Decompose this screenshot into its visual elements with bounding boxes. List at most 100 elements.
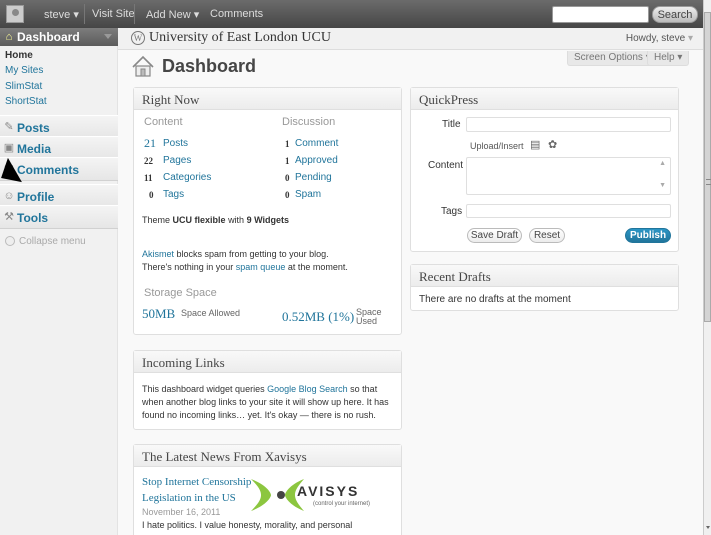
submenu-item-slimstat[interactable]: SlimStat: [5, 81, 42, 92]
sidebar-item-label: Tools: [17, 211, 49, 225]
widgets-link[interactable]: 9 Widgets: [247, 215, 289, 225]
visit-site-link[interactable]: Visit Site: [92, 8, 135, 20]
site-title[interactable]: University of East London UCU: [149, 30, 331, 46]
pending-count[interactable]: 0: [285, 173, 290, 183]
recent-drafts-widget: Recent Drafts There are no drafts at the…: [410, 264, 679, 311]
pages-link[interactable]: Pages: [163, 155, 191, 166]
scroll-down-icon[interactable]: ▼: [659, 182, 666, 189]
sidebar-item-label: Media: [17, 142, 52, 156]
approved-link[interactable]: Approved: [295, 155, 338, 166]
submenu-item-shortstat[interactable]: ShortStat: [5, 96, 47, 107]
howdy-user-menu[interactable]: Howdy, steve ▾: [626, 33, 693, 44]
tags-label: Tags: [441, 206, 463, 217]
collapse-menu-button[interactable]: Collapse menu: [5, 236, 86, 247]
spam-suffix: at the moment.: [287, 262, 348, 272]
collapse-menu-label: Collapse menu: [19, 236, 86, 247]
title-label: Title: [442, 119, 461, 130]
sidebar-item-tools[interactable]: ⚒ Tools: [0, 205, 118, 229]
posts-count[interactable]: 21: [144, 136, 156, 151]
categories-link[interactable]: Categories: [163, 172, 211, 183]
posts-link[interactable]: Posts: [163, 138, 188, 149]
page-title: Dashboard: [162, 56, 257, 76]
no-drafts-text: There are no drafts at the moment: [419, 294, 571, 305]
theme-name: UCU flexible: [172, 215, 226, 225]
pages-count[interactable]: 22: [144, 156, 153, 166]
space-allowed-value[interactable]: 50MB: [142, 306, 175, 322]
content-textarea[interactable]: ▲ ▼: [466, 157, 671, 195]
admin-bar-user-menu[interactable]: steve ▾: [44, 8, 79, 21]
comment-link[interactable]: Comment: [295, 138, 338, 149]
akismet-info: Akismet blocks spam from getting to your…: [142, 248, 397, 274]
comments-link[interactable]: Comments: [210, 8, 263, 20]
news-headline-link[interactable]: Stop Internet Censorship: [142, 476, 251, 488]
scroll-up-icon[interactable]: ▲: [659, 160, 666, 167]
tags-count[interactable]: 0: [149, 190, 154, 200]
incoming-text: This dashboard widget queries: [142, 384, 265, 394]
search-button[interactable]: Search: [652, 6, 698, 23]
submenu-item-home[interactable]: Home: [5, 50, 33, 61]
discussion-heading: Discussion: [282, 116, 336, 128]
save-draft-button[interactable]: Save Draft: [467, 228, 522, 243]
pending-link[interactable]: Pending: [295, 172, 332, 183]
scrollbar-grip-icon: [706, 179, 711, 185]
sidebar-item-dashboard[interactable]: ⌂ Dashboard: [0, 28, 118, 46]
publish-button[interactable]: Publish: [625, 228, 671, 243]
xavisys-logo: AVISYS (control your internet): [249, 473, 394, 517]
news-headline-link[interactable]: Legislation in the US: [142, 492, 236, 504]
categories-count[interactable]: 11: [144, 173, 153, 183]
divider: [84, 4, 85, 24]
screen-options-button[interactable]: Screen Options ▾: [567, 51, 658, 66]
xavisys-logo-tagline: (control your internet): [313, 501, 371, 507]
sidebar-item-label: Dashboard: [17, 30, 80, 44]
space-used-label-line: Used: [356, 316, 378, 326]
title-field[interactable]: [466, 117, 671, 132]
akismet-text: blocks spam from getting to your blog.: [176, 249, 329, 259]
spam-count[interactable]: 0: [285, 190, 290, 200]
add-media-icon[interactable]: ▤: [530, 138, 540, 151]
help-label: Help: [654, 52, 675, 63]
help-button[interactable]: Help ▾: [647, 51, 690, 66]
news-excerpt: I hate politics. I value honesty, morali…: [142, 520, 353, 530]
incoming-text: incoming links… yet. It's okay — there i…: [179, 410, 376, 420]
users-icon: ☺: [3, 190, 15, 202]
search-input[interactable]: [552, 6, 649, 23]
akismet-link[interactable]: Akismet: [142, 249, 174, 259]
reset-button[interactable]: Reset: [529, 228, 565, 243]
content-label: Content: [428, 160, 464, 171]
admin-sidebar: ⌂ Dashboard Home My Sites SlimStat Short…: [0, 28, 118, 535]
tools-icon: ⚒: [4, 211, 14, 223]
screen-options-label: Screen Options: [574, 52, 643, 63]
howdy-label: Howdy, steve: [625, 33, 686, 44]
tags-link[interactable]: Tags: [163, 189, 184, 200]
submenu-item-my-sites[interactable]: My Sites: [5, 65, 43, 76]
incoming-links-widget: Incoming Links This dashboard widget que…: [133, 350, 402, 430]
google-blog-search-link[interactable]: Google Blog Search: [267, 384, 348, 394]
spam-queue-link[interactable]: spam queue: [236, 262, 286, 272]
tags-field[interactable]: [466, 204, 671, 218]
widget-title[interactable]: Right Now: [134, 88, 401, 110]
widget-title[interactable]: The Latest News From Xavisys: [134, 445, 401, 467]
vertical-scrollbar[interactable]: [703, 0, 711, 535]
user-avatar-icon[interactable]: [6, 5, 24, 23]
scroll-down-arrow-icon[interactable]: [706, 526, 710, 529]
xavisys-logo-text: AVISYS: [297, 483, 360, 499]
add-gallery-icon[interactable]: ✿: [548, 138, 557, 151]
widget-title[interactable]: QuickPress: [411, 88, 678, 110]
approved-count[interactable]: 1: [285, 156, 290, 166]
widget-title[interactable]: Recent Drafts: [411, 265, 678, 287]
theme-info: Theme UCU flexible with 9 Widgets: [142, 215, 289, 225]
admin-bar-user-label: steve: [44, 9, 71, 21]
widget-title[interactable]: Incoming Links: [134, 351, 401, 373]
theme-mid: with: [228, 215, 245, 225]
theme-prefix: Theme: [142, 215, 171, 225]
upload-insert-label: Upload/Insert: [470, 141, 524, 151]
divider: [134, 4, 135, 24]
scrollbar-thumb[interactable]: [704, 12, 711, 322]
space-allowed-label: Space Allowed: [181, 308, 241, 318]
wordpress-logo-icon[interactable]: W: [131, 31, 145, 45]
storage-space-heading: Storage Space: [144, 287, 217, 299]
add-new-menu[interactable]: Add New ▾: [146, 8, 199, 21]
space-used-value[interactable]: 0.52MB (1%): [282, 309, 354, 325]
comment-count[interactable]: 1: [285, 139, 290, 149]
spam-link[interactable]: Spam: [295, 189, 321, 200]
